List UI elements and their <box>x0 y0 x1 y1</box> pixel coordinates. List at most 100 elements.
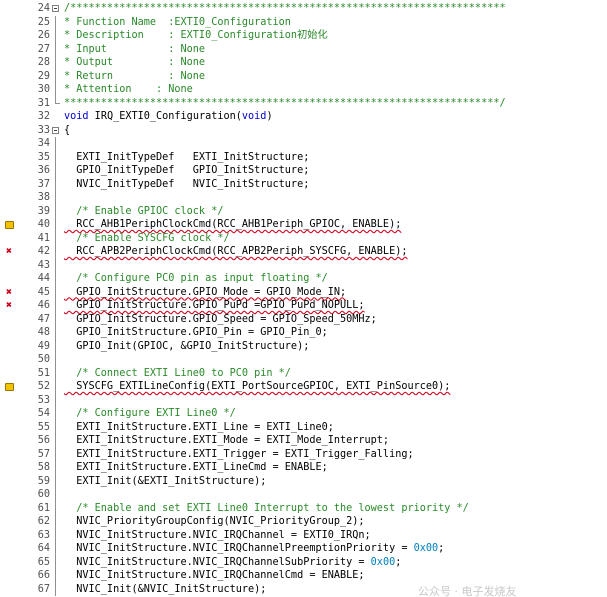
code-line[interactable]: 41 /* Enable SYSCFG clock */ <box>0 231 607 245</box>
line-number: 27 <box>37 43 50 55</box>
fold-end <box>52 96 60 111</box>
code-line[interactable]: 32 void IRQ_EXTI0_Configuration(void) <box>0 110 607 124</box>
line-number: 52 <box>37 381 50 392</box>
fold-collapse-icon[interactable] <box>52 2 60 16</box>
fold-guide <box>52 393 60 407</box>
code-comment: * Description : EXTI0_Configuration初始化 <box>64 30 328 41</box>
line-number: 60 <box>37 489 50 500</box>
code-line[interactable]: 43 <box>0 258 607 272</box>
code-line[interactable]: 26 * Description : EXTI0_Configuration初始化 <box>0 29 607 43</box>
fold-none <box>52 110 60 124</box>
fold-collapse-icon[interactable] <box>52 124 60 138</box>
code-line[interactable]: 44 /* Configure PC0 pin as input floatin… <box>0 272 607 286</box>
line-number: 40 <box>37 219 50 230</box>
warning-icon[interactable] <box>2 380 16 394</box>
line-number: 24 <box>37 3 50 14</box>
code-editor[interactable]: 24 /*************************************… <box>0 0 607 597</box>
code-line[interactable]: 63 NVIC_InitStructure.NVIC_IRQChannel = … <box>0 528 607 542</box>
fold-guide <box>52 15 60 29</box>
code-comment: * Return : None <box>64 70 206 82</box>
code-line[interactable]: 36 GPIO_InitTypeDef GPIO_InitStructure; <box>0 164 607 178</box>
code-line[interactable]: 49 GPIO_Init(GPIOC, &GPIO_InitStructure)… <box>0 339 607 353</box>
code-line[interactable]: ✖ 42 RCC_APB2PeriphClockCmd(RCC_APB2Perip… <box>0 245 607 259</box>
fold-guide <box>52 218 60 232</box>
code-line[interactable]: 59 EXTI_Init(&EXTI_InitStructure); <box>0 474 607 488</box>
fold-guide <box>52 83 60 97</box>
code-statement: EXTI_InitStructure.EXTI_Trigger = EXTI_T… <box>64 448 414 460</box>
fold-guide <box>52 366 60 380</box>
line-number: 44 <box>37 273 50 284</box>
fold-guide <box>52 42 60 56</box>
code-line[interactable]: ✖ 45 GPIO_InitStructure.GPIO_Mode = GPIO_… <box>0 285 607 300</box>
warning-icon[interactable] <box>2 218 16 232</box>
line-number: 42 <box>37 246 50 257</box>
fold-guide <box>52 447 60 461</box>
error-icon[interactable]: ✖ <box>2 299 16 313</box>
line-number: 45 <box>37 286 50 298</box>
line-number: 30 <box>37 84 50 95</box>
code-line[interactable]: 57 EXTI_InitStructure.EXTI_Trigger = EXT… <box>0 447 607 461</box>
code-statement: RCC_APB2PeriphClockCmd(RCC_APB2Periph_SY… <box>64 246 408 257</box>
line-number: 51 <box>37 367 50 379</box>
code-line[interactable]: 53 <box>0 393 607 407</box>
line-number: 63 <box>37 529 50 541</box>
code-comment: /* Configure EXTI Line0 */ <box>64 408 236 419</box>
code-line[interactable]: 54 /* Configure EXTI Line0 */ <box>0 407 607 421</box>
code-comment: * Attention : None <box>64 84 193 95</box>
code-line[interactable]: 40 RCC_AHB1PeriphClockCmd(RCC_AHB1Periph… <box>0 218 607 232</box>
fold-guide <box>52 461 60 475</box>
code-line[interactable]: 24 /*************************************… <box>0 2 607 16</box>
fold-guide <box>52 258 60 272</box>
code-line[interactable]: 51 /* Connect EXTI Line0 to PC0 pin */ <box>0 366 607 380</box>
code-line[interactable]: 56 EXTI_InitStructure.EXTI_Mode = EXTI_M… <box>0 434 607 448</box>
line-number: 64 <box>37 543 50 554</box>
code-line[interactable]: 66 NVIC_InitStructure.NVIC_IRQChannelCmd… <box>0 569 607 583</box>
fold-guide <box>52 474 60 488</box>
line-number: 61 <box>37 502 50 514</box>
code-line[interactable]: 65 NVIC_InitStructure.NVIC_IRQChannelSub… <box>0 555 607 569</box>
line-number: 35 <box>37 151 50 163</box>
code-comment: * Function Name :EXTI0_Configuration <box>64 16 291 28</box>
code-line[interactable]: 55 EXTI_InitStructure.EXTI_Line = EXTI_L… <box>0 420 607 434</box>
code-statement: GPIO_InitStructure.GPIO_Mode = GPIO_Mode… <box>64 286 347 298</box>
code-line[interactable]: 60 <box>0 488 607 502</box>
code-statement: EXTI_InitStructure.EXTI_LineCmd = ENABLE… <box>64 462 328 473</box>
code-line[interactable]: 52 SYSCFG_EXTILineConfig(EXTI_PortSource… <box>0 380 607 394</box>
line-number: 62 <box>37 516 50 527</box>
code-comment: /* Configure PC0 pin as input floating *… <box>64 273 328 284</box>
line-number: 43 <box>37 259 50 271</box>
fold-guide <box>52 434 60 448</box>
code-line[interactable]: 39 /* Enable GPIOC clock */ <box>0 204 607 218</box>
line-number: 49 <box>37 340 50 352</box>
code-line[interactable]: 30 * Attention : None <box>0 83 607 97</box>
code-line[interactable]: 29 * Return : None <box>0 69 607 83</box>
code-line[interactable]: 27 * Input : None <box>0 42 607 56</box>
code-line[interactable]: 34 <box>0 137 607 151</box>
code-line[interactable]: 58 EXTI_InitStructure.EXTI_LineCmd = ENA… <box>0 461 607 475</box>
code-line[interactable]: 35 EXTI_InitTypeDef EXTI_InitStructure; <box>0 150 607 164</box>
code-line[interactable]: 48 GPIO_InitStructure.GPIO_Pin = GPIO_Pi… <box>0 326 607 340</box>
code-line[interactable]: 25 * Function Name :EXTI0_Configuration <box>0 15 607 29</box>
fold-guide <box>52 353 60 367</box>
fold-guide <box>52 177 60 191</box>
fold-guide <box>52 299 60 313</box>
fold-guide <box>52 56 60 70</box>
code-line[interactable]: 50 <box>0 353 607 367</box>
code-line[interactable]: 62 NVIC_PriorityGroupConfig(NVIC_Priorit… <box>0 515 607 529</box>
error-icon[interactable]: ✖ <box>2 286 16 300</box>
code-line[interactable]: 64 NVIC_InitStructure.NVIC_IRQChannelPre… <box>0 542 607 556</box>
code-line[interactable]: ✖ 46 GPIO_InitStructure.GPIO_PuPd =GPIO_P… <box>0 299 607 313</box>
error-icon[interactable]: ✖ <box>2 245 16 259</box>
code-line[interactable]: 61 /* Enable and set EXTI Line0 Interrup… <box>0 501 607 515</box>
code-line[interactable]: 38 <box>0 191 607 205</box>
line-number: 34 <box>37 138 50 149</box>
code-comment: * Input : None <box>64 43 206 55</box>
code-line[interactable]: 47 GPIO_InitStructure.GPIO_Speed = GPIO_… <box>0 312 607 326</box>
code-line[interactable]: 37 NVIC_InitTypeDef NVIC_InitStructure; <box>0 177 607 191</box>
code-line[interactable]: 31 **************************************… <box>0 96 607 111</box>
fold-guide <box>52 285 60 299</box>
code-line[interactable]: 33 { <box>0 124 607 138</box>
line-number: 67 <box>37 583 50 595</box>
code-line[interactable]: 28 * Output : None <box>0 56 607 70</box>
code-comment: /* Enable SYSCFG clock */ <box>64 232 230 244</box>
